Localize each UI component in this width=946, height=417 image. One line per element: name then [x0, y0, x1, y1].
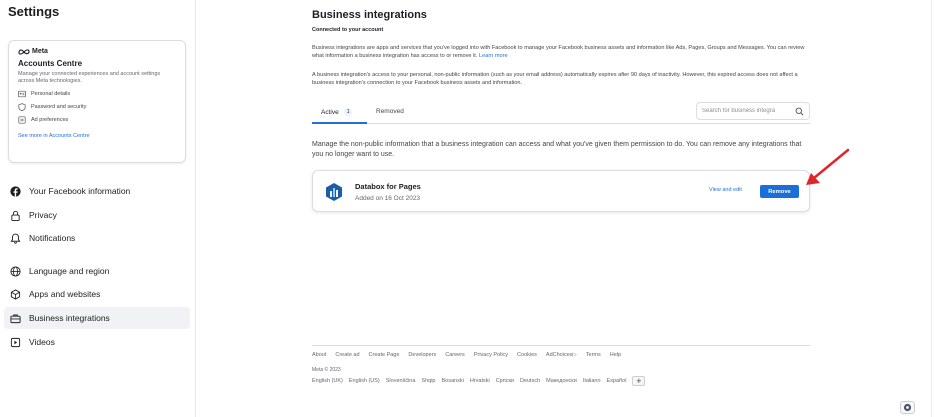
tab-removed[interactable]: Removed [376, 108, 404, 115]
databox-logo-icon [326, 183, 342, 201]
learn-more-link[interactable]: Learn more [479, 53, 508, 59]
language-option[interactable]: English (US) [349, 378, 380, 384]
id-card-icon [18, 90, 26, 98]
language-option[interactable]: Hrvatski [470, 378, 490, 384]
facebook-icon [10, 185, 21, 197]
manage-description: Manage the non-public information that a… [312, 141, 802, 158]
adchoices-label: AdChoices [545, 352, 573, 358]
more-languages-button[interactable]: + [632, 376, 646, 386]
language-option[interactable]: Македонски [546, 378, 577, 384]
accounts-centre-title: Accounts Centre [18, 59, 83, 68]
language-option[interactable]: Español [607, 378, 627, 384]
sidebar-item-language-and-region[interactable]: Language and region [4, 260, 190, 282]
page-title: Business integrations [312, 9, 427, 21]
shield-icon [18, 103, 26, 111]
integration-added-date: Added on 16 Oct 2023 [355, 195, 421, 202]
sidebar-item-notifications[interactable]: Notifications [4, 227, 190, 249]
help-button[interactable] [900, 401, 915, 414]
footer-link-developers[interactable]: Developers [408, 352, 436, 358]
adchoices-icon: ▷ [572, 352, 577, 358]
meta-infinity-icon [18, 49, 30, 55]
lock-icon [11, 210, 20, 221]
intro-paragraph: Business integrations are apps and servi… [312, 45, 810, 60]
sidebar-item-apps-and-websites[interactable]: Apps and websites [4, 283, 190, 305]
tab-label: Active [321, 108, 339, 116]
language-option[interactable]: Slovenščina [386, 378, 416, 384]
settings-sidebar: Settings Meta Accounts Centre Manage you… [0, 0, 196, 417]
footer-link-help[interactable]: Help [610, 352, 621, 358]
footer-link-privacy-policy[interactable]: Privacy Policy [474, 352, 508, 358]
sidebar-item-videos[interactable]: Videos [4, 331, 190, 353]
ac-item-password-security[interactable]: Password and security [18, 103, 176, 111]
video-icon [10, 337, 21, 347]
tab-count-badge: 1 [343, 108, 353, 116]
bell-icon [10, 233, 21, 244]
globe-icon [10, 265, 21, 277]
ac-item-personal-details[interactable]: Personal details [18, 90, 176, 98]
nav-label: Notifications [29, 233, 76, 243]
nav-label: Language and region [29, 266, 110, 276]
sidebar-item-privacy[interactable]: Privacy [4, 204, 190, 226]
page-footer: About Create ad Create Page Developers C… [312, 345, 810, 386]
search-icon[interactable] [795, 107, 804, 116]
view-and-edit-link[interactable]: View and edit [709, 187, 742, 193]
tab-active[interactable]: Active 1 [321, 108, 353, 116]
cube-icon [10, 288, 21, 300]
meta-logo: Meta [18, 48, 176, 55]
accounts-centre-description: Manage your connected experiences and ac… [18, 71, 161, 84]
active-tab-underline [312, 122, 367, 124]
intro-text: Business integrations are apps and servi… [312, 45, 805, 59]
sidebar-title: Settings [8, 4, 60, 19]
integration-name: Databox for Pages [355, 182, 421, 191]
nav-label: Your Facebook information [29, 186, 131, 196]
ac-item-label: Password and security [31, 104, 87, 110]
nav-label: Privacy [29, 210, 57, 220]
footer-links: About Create ad Create Page Developers C… [312, 352, 810, 358]
language-option[interactable]: Shqip [421, 378, 435, 384]
footer-link-about[interactable]: About [312, 352, 326, 358]
language-option[interactable]: Deutsch [520, 378, 540, 384]
remove-button[interactable]: Remove [760, 185, 799, 198]
page-subtitle: Connected to your account [312, 27, 384, 33]
language-current: English (UK) [312, 378, 343, 384]
see-more-accounts-centre-link[interactable]: See more in Accounts Centre [18, 133, 176, 139]
nav-label: Videos [29, 337, 55, 347]
footer-link-cookies[interactable]: Cookies [517, 352, 537, 358]
footer-link-create-page[interactable]: Create Page [369, 352, 400, 358]
meta-brand-text: Meta [32, 48, 48, 55]
footer-link-create-ad[interactable]: Create ad [335, 352, 359, 358]
briefcase-icon [10, 314, 21, 323]
ad-icon [18, 116, 26, 124]
language-option[interactable]: Bosanski [442, 378, 464, 384]
sidebar-item-business-integrations[interactable]: Business integrations [4, 307, 190, 329]
footer-link-adchoices[interactable]: AdChoices▷ [546, 352, 577, 358]
nav-label: Apps and websites [29, 289, 101, 299]
tab-label: Removed [376, 108, 404, 115]
ac-item-label: Personal details [31, 91, 71, 97]
search-input[interactable] [702, 108, 792, 114]
language-option[interactable]: Italiano [583, 378, 601, 384]
integration-card: Databox for Pages Added on 16 Oct 2023 V… [312, 170, 810, 212]
ac-item-ad-preferences[interactable]: Ad preferences [18, 116, 176, 124]
accounts-centre-card[interactable]: Meta Accounts Centre Manage your connect… [8, 40, 186, 163]
nav-label: Business integrations [29, 313, 110, 323]
sidebar-item-your-facebook-information[interactable]: Your Facebook information [4, 180, 190, 202]
ac-item-label: Ad preferences [31, 117, 69, 123]
language-option[interactable]: Српски [496, 378, 514, 384]
help-globe-icon [903, 403, 912, 412]
expiry-paragraph: A business integration's access to your … [312, 72, 798, 86]
language-list: English (UK) English (US) Slovenščina Sh… [312, 376, 810, 386]
scrollbar-track[interactable] [931, 0, 946, 417]
copyright: Meta © 2023 [312, 367, 341, 373]
footer-link-careers[interactable]: Careers [445, 352, 465, 358]
search-box[interactable] [696, 102, 810, 120]
footer-link-terms[interactable]: Terms [586, 352, 601, 358]
